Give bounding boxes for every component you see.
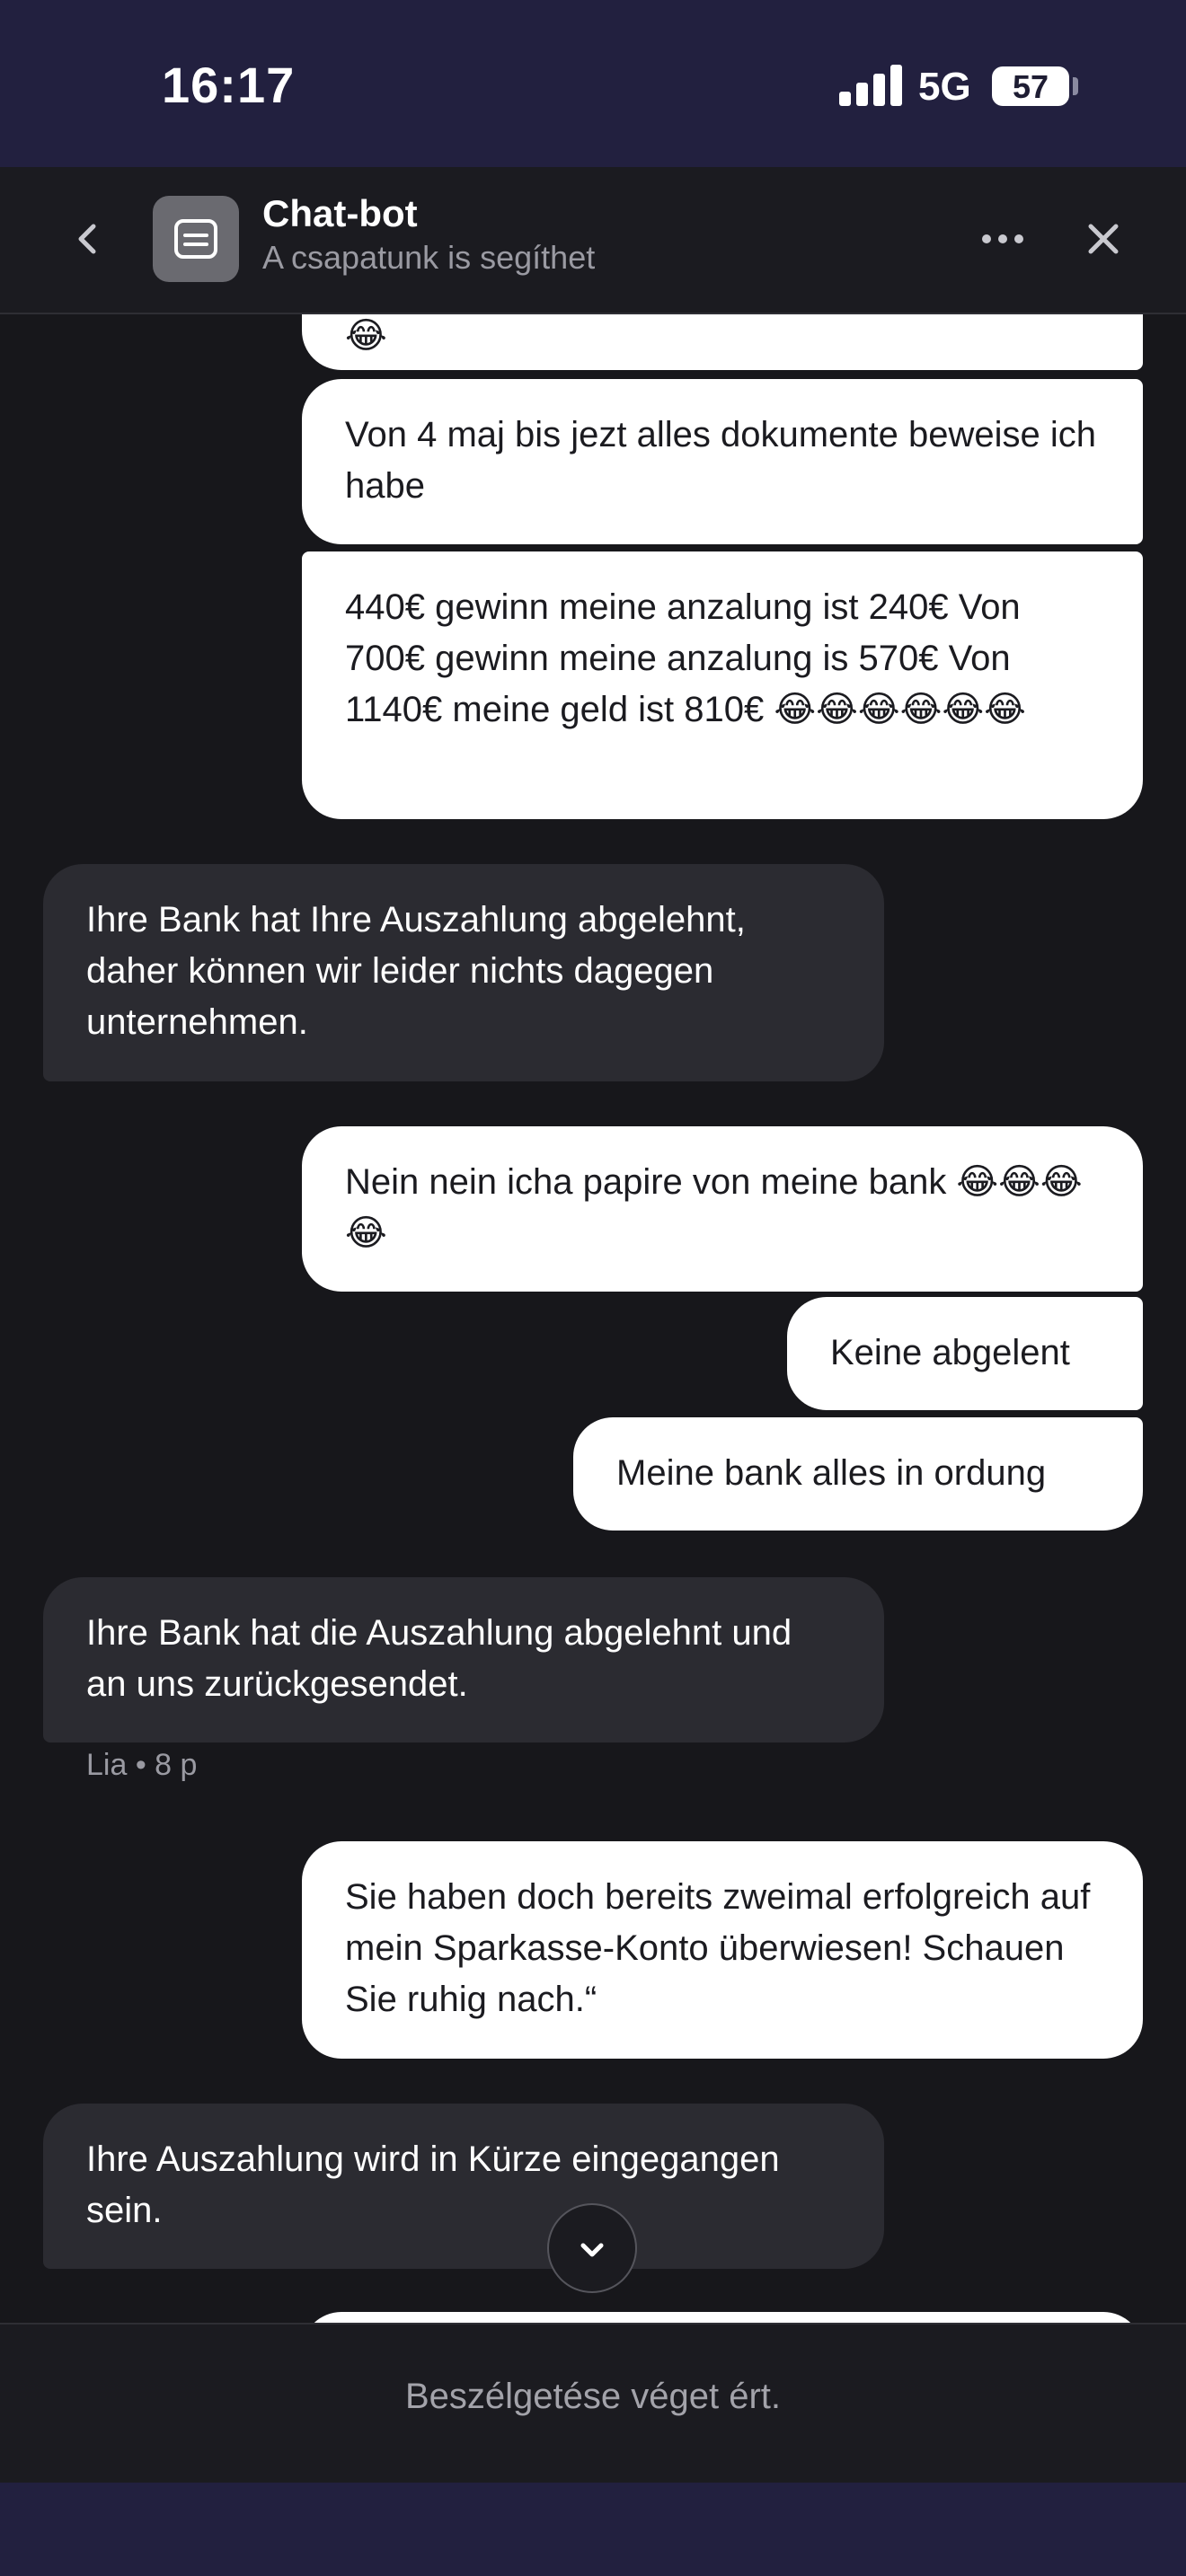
user-message: 😂 [302,314,1143,370]
bot-message: Ihre Auszahlung wird in Kürze eingegange… [43,2104,884,2269]
chat-title: Chat-bot [262,192,418,234]
battery-cap [1073,77,1078,95]
user-message [302,2312,1143,2323]
user-message: Sie haben doch bereits zweimal erfolgrei… [302,1841,1143,2059]
bot-message: Ihre Bank hat die Auszahlung abgelehnt u… [43,1577,884,1742]
message-text: Keine abgelent [830,1333,1070,1372]
conversation-ended-text: Beszélgetése véget ért. [404,2377,782,2416]
battery-icon: 57 [992,66,1069,106]
cellular-signal-icon [839,65,902,106]
message-text: Von 4 maj bis jezt alles dokumente bewei… [345,415,1097,506]
message-list[interactable]: 😂 Von 4 maj bis jezt alles dokumente bew… [0,314,1186,2323]
bot-message: Ihre Bank hat Ihre Auszahlung abgelehnt,… [43,864,884,1081]
status-bar: 16:17 5G 57 [0,0,1186,167]
user-message: Keine abgelent [787,1297,1143,1410]
user-message: 440€ gewinn meine anzalung ist 240€ Von … [302,551,1143,819]
user-message: Meine bank alles in ordung [573,1417,1143,1531]
battery-level: 57 [1012,68,1049,105]
network-type: 5G [918,65,971,109]
scroll-down-button[interactable] [547,2203,637,2293]
more-horizontal-icon[interactable] [979,219,1026,259]
bot-avatar [153,196,239,282]
chevron-left-icon[interactable] [66,217,110,260]
chat-footer: Beszélgetése véget ért. [0,2323,1186,2484]
bot-icon [174,219,217,259]
message-text: Nein nein icha papire von meine bank 😂😂😂… [345,1162,1083,1253]
message-meta: Lia • 8 p [86,1748,198,1782]
user-message: Von 4 maj bis jezt alles dokumente bewei… [302,379,1143,544]
close-icon[interactable] [1082,217,1125,260]
chat-header: Chat-bot A csapatunk is segíthet [0,167,1186,314]
message-text: Ihre Auszahlung wird in Kürze eingegange… [86,2139,780,2230]
status-time: 16:17 [162,57,296,113]
message-text: Ihre Bank hat Ihre Auszahlung abgelehnt,… [86,900,746,1042]
message-text: Sie haben doch bereits zweimal erfolgrei… [345,1877,1091,2019]
message-text: 440€ gewinn meine anzalung ist 240€ Von … [345,587,1026,729]
user-message: Nein nein icha papire von meine bank 😂😂😂… [302,1126,1143,1292]
message-text: Meine bank alles in ordung [616,1453,1047,1493]
chevron-down-icon [580,2243,604,2257]
message-text: 😂 [345,316,387,356]
message-text: Ihre Bank hat die Auszahlung abgelehnt u… [86,1613,792,1704]
home-indicator-area [0,2483,1186,2576]
chat-subtitle: A csapatunk is segíthet [262,239,596,276]
